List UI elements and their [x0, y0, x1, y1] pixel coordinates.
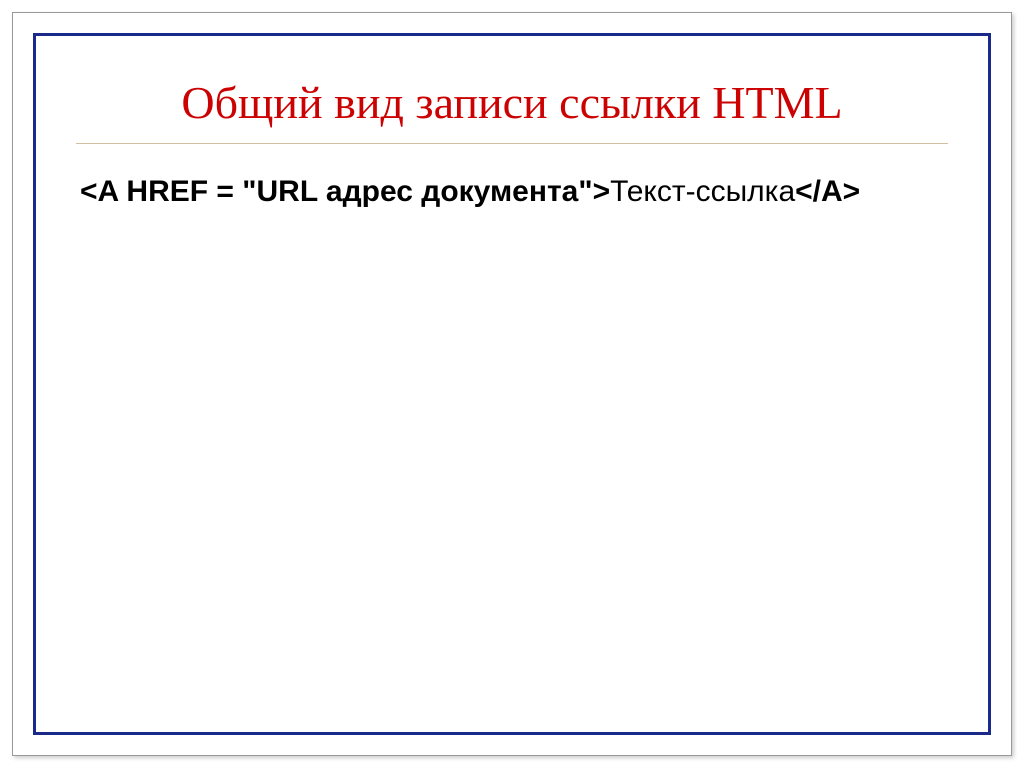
slide-title: Общий вид записи ссылки HTML: [76, 76, 948, 144]
slide-body: <A HREF = "URL адрес документа">Текст-сс…: [76, 172, 948, 213]
code-link-text: Текст-ссылка: [610, 175, 795, 208]
slide-outer-frame: Общий вид записи ссылки HTML <A HREF = "…: [12, 12, 1012, 756]
code-close-tag: </A>: [795, 175, 860, 208]
code-open-tag: <A HREF = "URL адрес документа">: [80, 175, 610, 208]
slide-inner-frame: Общий вид записи ссылки HTML <A HREF = "…: [33, 33, 991, 735]
